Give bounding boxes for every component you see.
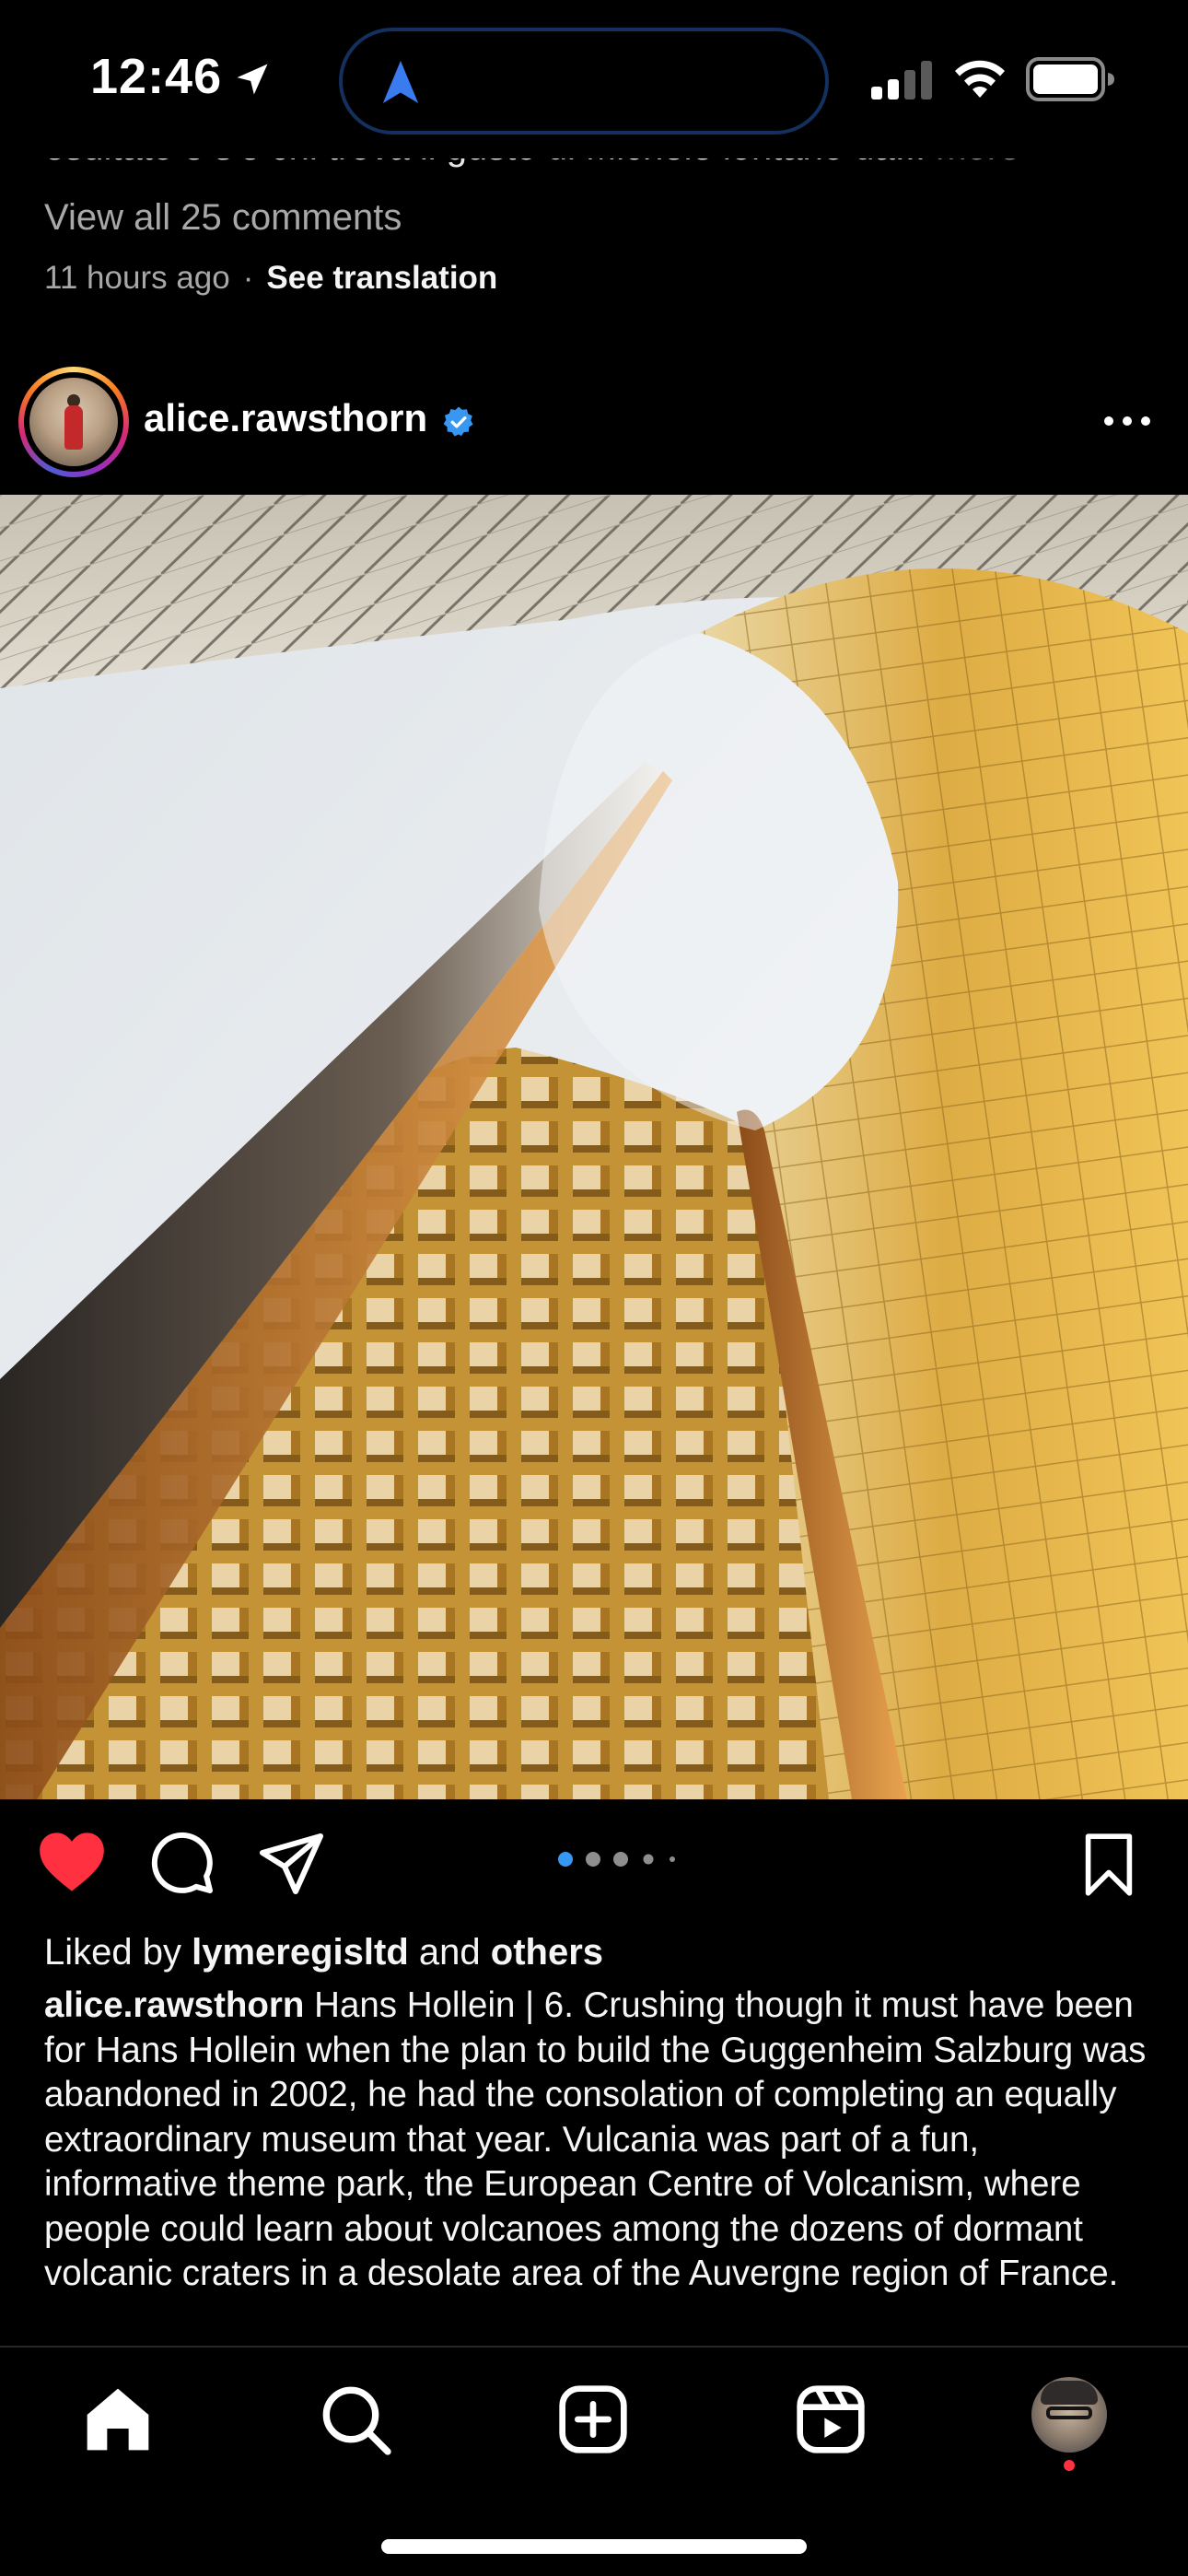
post-timestamp: 11 hours ago [44, 260, 230, 296]
carousel-indicator-dots [558, 1852, 675, 1867]
separator-dot: · [242, 260, 254, 296]
avatar-figure-body [64, 405, 83, 450]
previous-post-meta: 11 hours ago · See translation [44, 260, 497, 297]
location-arrow-icon [237, 64, 268, 95]
notification-dot [1064, 2460, 1075, 2471]
bookmark-icon[interactable] [1083, 1833, 1135, 1896]
reels-icon[interactable] [794, 2383, 868, 2456]
more-horizontal-icon[interactable] [1101, 409, 1153, 433]
caption-text: Hans Hollein | 6. Crushing though it mus… [44, 1985, 1147, 2293]
likes-summary[interactable]: Liked by lymeregisltd and others [44, 1932, 603, 1973]
likes-prefix: Liked by [44, 1932, 181, 1973]
caption-username[interactable]: alice.rawsthorn [44, 1985, 304, 2025]
profile-avatar-glasses [1046, 2406, 1092, 2419]
comment-icon[interactable] [149, 1830, 215, 1896]
profile-avatar[interactable] [1031, 2377, 1107, 2453]
post-photo[interactable] [0, 495, 1188, 1799]
search-icon[interactable] [319, 2383, 392, 2456]
post-caption: alice.rawsthorn Hans Hollein | 6. Crushi… [44, 1984, 1149, 2297]
avatar-border [24, 372, 123, 472]
verified-badge-icon [443, 406, 473, 437]
post-username[interactable]: alice.rawsthorn [144, 396, 427, 440]
battery-icon [1026, 57, 1114, 101]
story-avatar[interactable] [18, 367, 129, 477]
avatar-image [29, 378, 118, 466]
status-bar: 12:46 [0, 0, 1188, 158]
see-translation-link[interactable]: See translation [266, 260, 497, 296]
view-all-comments-link[interactable]: View all 25 comments [44, 197, 402, 239]
likes-user-link[interactable]: lymeregisltd [192, 1932, 409, 1973]
navigation-arrow-icon [382, 61, 419, 103]
clock-time: 12:46 [90, 49, 223, 104]
home-icon[interactable] [81, 2383, 155, 2456]
likes-others-link[interactable]: others [491, 1932, 603, 1973]
create-icon[interactable] [556, 2383, 630, 2456]
like-heart-icon[interactable] [37, 1830, 107, 1894]
likes-middle: and [418, 1932, 481, 1973]
home-indicator[interactable] [381, 2539, 807, 2554]
profile-avatar-hair [1041, 2381, 1098, 2405]
cellular-signal-icon [871, 61, 932, 100]
wifi-icon [955, 60, 1005, 98]
share-send-icon[interactable] [260, 1833, 326, 1894]
dynamic-island[interactable] [339, 28, 829, 135]
